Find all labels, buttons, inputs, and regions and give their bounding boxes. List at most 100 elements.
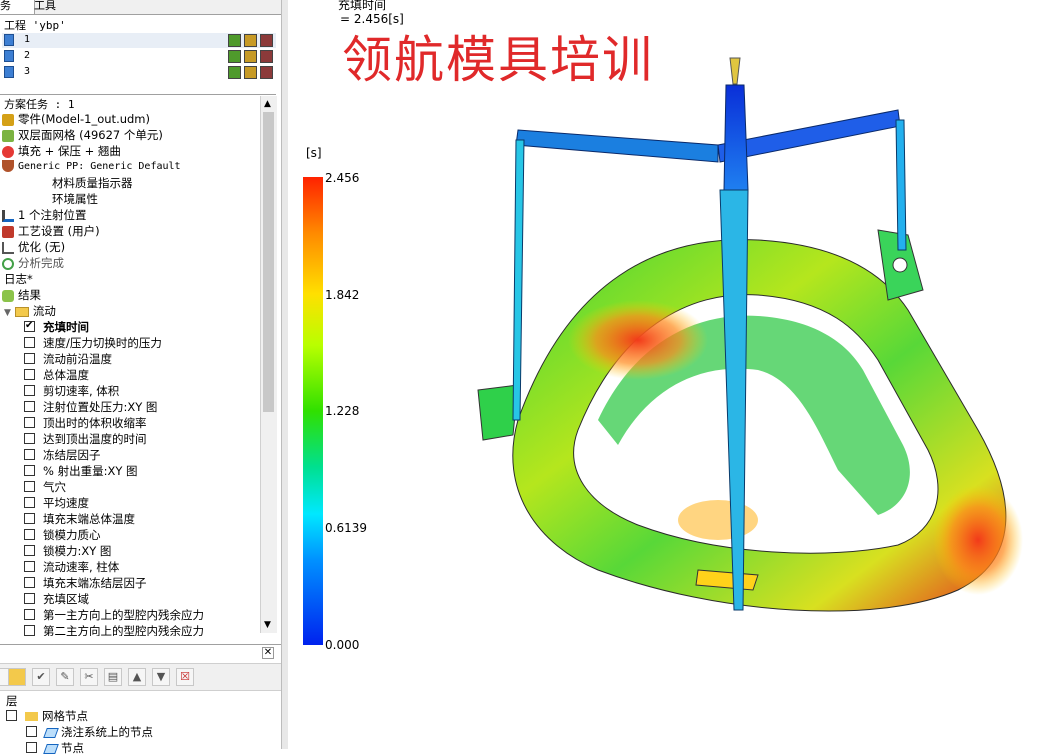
- result-item[interactable]: 充填区域: [24, 591, 89, 607]
- result-checkbox[interactable]: [24, 545, 35, 556]
- log-item[interactable]: 日志*: [4, 271, 33, 287]
- layer-label: 浇注系统上的节点: [61, 725, 153, 739]
- result-checkbox[interactable]: [24, 609, 35, 620]
- shield-icon[interactable]: [260, 66, 273, 79]
- result-item[interactable]: 顶出时的体积收缩率: [24, 415, 147, 431]
- import-icon[interactable]: [228, 66, 241, 79]
- result-item[interactable]: 充填时间: [24, 318, 89, 335]
- results-node[interactable]: 结果: [2, 287, 41, 303]
- shield-icon[interactable]: [260, 50, 273, 63]
- result-label: 注射位置处压力:XY 图: [43, 400, 158, 414]
- result-item[interactable]: 流动前沿温度: [24, 351, 112, 367]
- result-checkbox[interactable]: [24, 353, 35, 364]
- pane-tabs: 务 工具: [0, 0, 281, 15]
- import-icon[interactable]: [228, 50, 241, 63]
- move-up-icon[interactable]: ▲: [128, 668, 146, 686]
- result-item[interactable]: 第一主方向上的型腔内残余应力: [24, 607, 204, 623]
- result-item[interactable]: 注射位置处压力:XY 图: [24, 399, 157, 415]
- layer-runner-nodes[interactable]: 浇注系统上的节点: [26, 724, 153, 740]
- layer-checkbox[interactable]: [6, 710, 17, 721]
- result-checkbox[interactable]: [24, 337, 35, 348]
- result-item[interactable]: 达到顶出温度的时间: [24, 431, 147, 447]
- result-item[interactable]: 平均速度: [24, 495, 89, 511]
- study-file-icon: [4, 66, 14, 78]
- tab-tools[interactable]: 工具: [30, 0, 78, 14]
- result-item[interactable]: 流动速率, 柱体: [24, 559, 119, 575]
- task-process-settings[interactable]: 工艺设置 (用户): [2, 223, 100, 239]
- scroll-up-icon[interactable]: ▲: [264, 99, 271, 109]
- model-viewport[interactable]: 充填时间 = 2.456[s] 领航模具培训 [s] 2.456 1.842 1…: [288, 0, 1054, 749]
- result-item[interactable]: 剪切速率, 体积: [24, 383, 119, 399]
- result-item[interactable]: % 射出重量:XY 图: [24, 463, 138, 479]
- layer-nodes[interactable]: 节点: [26, 740, 84, 756]
- result-checkbox[interactable]: [24, 481, 35, 492]
- task-optimization[interactable]: 优化 (无): [2, 239, 65, 255]
- result-item[interactable]: 锁模力质心: [24, 527, 101, 543]
- edit-icon[interactable]: ✎: [56, 668, 74, 686]
- close-icon[interactable]: ✕: [262, 647, 274, 659]
- result-checkbox[interactable]: [24, 513, 35, 524]
- layer-checkbox[interactable]: [26, 726, 37, 737]
- result-item[interactable]: 气穴: [24, 479, 66, 495]
- task-mesh[interactable]: 双层面网格 (49627 个单元): [2, 127, 163, 143]
- task-analysis-sequence[interactable]: 填充 + 保压 + 翘曲: [2, 143, 121, 159]
- export-icon[interactable]: [244, 66, 257, 79]
- result-item[interactable]: 冻结层因子: [24, 447, 101, 463]
- result-checkbox[interactable]: [24, 625, 35, 636]
- tasks-scrollbar[interactable]: ▲ ▼: [260, 96, 277, 633]
- flow-folder[interactable]: ▼ 流动: [4, 303, 56, 319]
- result-checkbox[interactable]: [24, 529, 35, 540]
- check-icon[interactable]: ✔: [32, 668, 50, 686]
- result-item[interactable]: 第二主方向上的型腔内残余应力: [24, 623, 204, 636]
- result-checkbox[interactable]: [24, 561, 35, 572]
- result-item[interactable]: 速度/压力切换时的压力: [24, 335, 162, 351]
- result-label: 速度/压力切换时的压力: [43, 336, 162, 350]
- environment-properties[interactable]: 环境属性: [52, 191, 98, 207]
- task-label: 分析完成: [18, 256, 64, 270]
- result-checkbox[interactable]: [24, 417, 35, 428]
- result-checkbox[interactable]: [24, 593, 35, 604]
- result-item[interactable]: 总体温度: [24, 367, 89, 383]
- scroll-down-icon[interactable]: ▼: [264, 620, 271, 630]
- legend-tick: 0.000: [325, 638, 360, 652]
- study-item[interactable]: 3: [2, 65, 276, 80]
- folder-icon[interactable]: [8, 668, 26, 686]
- delete-icon[interactable]: ✂: [80, 668, 98, 686]
- study-tasks-header: 方案任务 : 1: [4, 98, 75, 111]
- result-label: 顶出时的体积收缩率: [43, 416, 147, 430]
- task-injection-location[interactable]: 1 个注射位置: [2, 207, 86, 223]
- layer-mesh-nodes[interactable]: 网格节点: [6, 708, 88, 724]
- result-label: 锁模力:XY 图: [43, 544, 112, 558]
- export-icon[interactable]: [244, 34, 257, 47]
- result-checkbox[interactable]: [24, 497, 35, 508]
- import-icon[interactable]: [228, 34, 241, 47]
- result-checkbox[interactable]: [24, 465, 35, 476]
- study-item[interactable]: 1: [2, 33, 276, 48]
- chevron-down-icon[interactable]: ▼: [4, 308, 11, 318]
- result-checkbox[interactable]: [24, 449, 35, 460]
- fill-time-model[interactable]: [458, 50, 1038, 650]
- result-checkbox[interactable]: [24, 318, 35, 334]
- study-item[interactable]: 2: [2, 49, 276, 64]
- result-item[interactable]: 锁模力:XY 图: [24, 543, 111, 559]
- result-item[interactable]: 填充末端冻结层因子: [24, 575, 147, 591]
- remove-icon[interactable]: ☒: [176, 668, 194, 686]
- result-checkbox[interactable]: [24, 369, 35, 380]
- result-checkbox[interactable]: [24, 433, 35, 444]
- analysis-sequence-icon: [2, 145, 14, 158]
- result-item[interactable]: 填充末端总体温度: [24, 511, 135, 527]
- scrollbar-thumb[interactable]: [263, 112, 274, 412]
- result-checkbox[interactable]: [24, 385, 35, 396]
- layer-checkbox[interactable]: [26, 742, 37, 753]
- export-icon[interactable]: [244, 50, 257, 63]
- task-part[interactable]: 零件(Model-1_out.udm): [2, 111, 150, 127]
- result-checkbox[interactable]: [24, 577, 35, 588]
- properties-icon[interactable]: ▤: [104, 668, 122, 686]
- result-checkbox[interactable]: [24, 401, 35, 412]
- shield-icon[interactable]: [260, 34, 273, 47]
- study-tasks-pane: 务 工具 工程 'ybp' 1 2 3 方案任务 : 1 零件(Model-1_…: [0, 0, 281, 755]
- move-down-icon[interactable]: ▼: [152, 668, 170, 686]
- material-quality-indicator[interactable]: 材料质量指示器: [52, 175, 133, 191]
- task-material[interactable]: Generic PP: Generic Default: [2, 159, 181, 175]
- task-analysis-complete[interactable]: 分析完成: [2, 255, 64, 271]
